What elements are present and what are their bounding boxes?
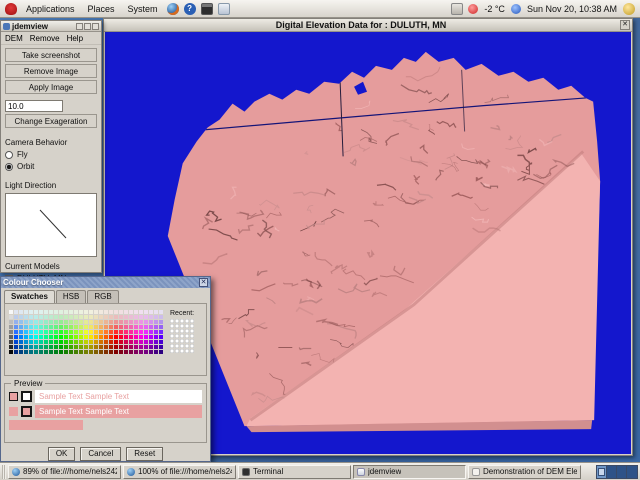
taskbar: 89% of file:///home/nels2426... 100% of …	[0, 462, 640, 480]
preview-label: Preview	[11, 379, 46, 388]
fly-radio-label: Fly	[17, 150, 28, 159]
preview-panel: Preview Sample Text Sample Text Sample T…	[4, 379, 207, 443]
preview-sample-text-on-color: Sample Text Sample Text	[35, 405, 202, 418]
task-label: Terminal	[253, 467, 284, 476]
preview-swatch-outlined	[9, 392, 18, 401]
menu-remove[interactable]: Remove	[30, 34, 60, 43]
task-item-dem-demo[interactable]: Demonstration of DEM Eleva...	[468, 464, 581, 479]
color-chooser-tabs: Swatches HSB RGB	[1, 288, 210, 303]
speaker-icon[interactable]	[623, 2, 635, 15]
light-direction-label: Light Direction	[5, 181, 57, 190]
preview-color-bar	[9, 420, 83, 430]
tab-rgb[interactable]: RGB	[87, 290, 119, 303]
preview-swatch-bordered	[21, 406, 32, 417]
reset-button[interactable]: Reset	[126, 447, 164, 461]
remove-image-button[interactable]: Remove Image	[5, 64, 97, 78]
recent-label: Recent:	[170, 310, 195, 317]
workspace-switcher	[596, 464, 638, 479]
temperature-readout: -2 °C	[484, 3, 505, 14]
swatch-panel: Recent:	[4, 303, 207, 376]
jdemview-menubar: DEM Remove Help	[1, 32, 101, 45]
mail-launcher-icon[interactable]	[217, 2, 230, 15]
desktop: Applications Places System ? -2 °C Sun N…	[0, 0, 640, 480]
task-label: jdemview	[368, 467, 402, 476]
menu-help[interactable]: Help	[67, 34, 83, 43]
jdemview-window-icon	[3, 22, 10, 30]
tab-hsb[interactable]: HSB	[55, 290, 87, 303]
camera-behavior-label: Camera Behavior	[5, 138, 68, 147]
color-swatch-grid[interactable]	[9, 310, 164, 371]
color-chooser-titlebar[interactable]: Colour Chooser ✕	[1, 277, 210, 288]
task-item-terminal[interactable]: Terminal	[238, 464, 351, 479]
apply-image-button[interactable]: Apply Image	[5, 80, 97, 94]
color-chooser-buttons: OK Cancel Reset	[1, 447, 210, 461]
task-label: 100% of file:///home/nels242...	[138, 467, 232, 476]
fly-radio[interactable]	[5, 150, 13, 159]
preview-sample-text-on-white: Sample Text Sample Text	[35, 390, 202, 403]
change-exaggeration-button[interactable]: Change Exageration	[5, 114, 97, 128]
color-chooser-close-button[interactable]: ✕	[199, 278, 208, 287]
dem-window-close-button[interactable]: ✕	[620, 20, 630, 30]
menu-system[interactable]: System	[122, 4, 164, 14]
help-launcher-icon[interactable]: ?	[183, 2, 196, 15]
jdemview-maximize-button[interactable]	[84, 22, 91, 30]
menu-dem[interactable]: DEM	[5, 34, 23, 43]
document-icon	[472, 467, 480, 476]
preview-row-2: Sample Text Sample Text	[9, 405, 202, 418]
exaggeration-input[interactable]	[5, 100, 63, 112]
task-label: 89% of file:///home/nels2426...	[23, 467, 117, 476]
jdemview-window: jdemview DEM Remove Help Take screenshot…	[0, 20, 102, 283]
download-icon	[12, 467, 20, 476]
light-direction-panel[interactable]	[5, 193, 97, 257]
orbit-radio[interactable]	[5, 162, 13, 171]
dem-window-title: Digital Elevation Data for : DULUTH, MN	[275, 20, 447, 30]
terminal-icon	[242, 467, 250, 476]
color-chooser-title: Colour Chooser	[3, 278, 64, 287]
workspace-4[interactable]	[627, 465, 637, 478]
jdemview-minimize-button[interactable]	[76, 22, 83, 30]
terminal-launcher-icon[interactable]	[200, 2, 213, 15]
take-screenshot-button[interactable]: Take screenshot	[5, 48, 97, 62]
recent-swatch-grid[interactable]	[170, 319, 195, 354]
recent-swatches: Recent:	[170, 310, 195, 371]
jdemview-titlebar[interactable]: jdemview	[1, 21, 101, 32]
jdemview-window-title: jdemview	[12, 21, 49, 31]
task-item-download-1[interactable]: 89% of file:///home/nels2426...	[8, 464, 121, 479]
preview-row-1: Sample Text Sample Text	[9, 390, 202, 403]
orbit-radio-label: Orbit	[17, 162, 35, 171]
preview-swatch-white	[21, 391, 32, 402]
task-item-download-2[interactable]: 100% of file:///home/nels242...	[123, 464, 236, 479]
menu-applications[interactable]: Applications	[20, 4, 81, 14]
window-list-handle[interactable]	[2, 464, 6, 479]
notification-icon[interactable]	[510, 3, 521, 14]
camera-option-fly[interactable]: Fly	[5, 150, 97, 159]
tab-swatches[interactable]: Swatches	[4, 290, 55, 303]
cancel-button[interactable]: Cancel	[80, 447, 122, 461]
menu-places[interactable]: Places	[82, 4, 121, 14]
firefox-launcher-icon[interactable]	[166, 2, 179, 15]
jdemview-close-button[interactable]	[92, 22, 99, 30]
preview-swatch-solid	[9, 407, 18, 416]
task-label: Demonstration of DEM Eleva...	[483, 467, 577, 476]
volume-icon[interactable]	[451, 2, 464, 15]
jdemview-body: Take screenshot Remove Image Apply Image…	[1, 45, 101, 284]
ok-button[interactable]: OK	[47, 447, 76, 461]
light-direction-indicator	[39, 209, 67, 239]
weather-applet-icon[interactable]	[468, 3, 479, 14]
download-icon	[127, 467, 135, 476]
color-chooser-dialog: Colour Chooser ✕ Swatches HSB RGB Recent…	[0, 276, 211, 462]
workspace-3[interactable]	[617, 465, 627, 478]
clock[interactable]: Sun Nov 20, 10:38 AM	[524, 4, 620, 14]
workspace-2[interactable]	[607, 465, 617, 478]
camera-option-orbit[interactable]: Orbit	[5, 162, 97, 171]
current-models-label: Current Models	[5, 262, 60, 271]
top-panel: Applications Places System ? -2 °C Sun N…	[0, 0, 640, 18]
workspace-1[interactable]	[597, 465, 607, 478]
dem-window-titlebar[interactable]: Digital Elevation Data for : DULUTH, MN …	[104, 19, 632, 32]
java-icon	[357, 467, 365, 476]
redhat-menu-icon[interactable]	[5, 2, 17, 15]
task-item-jdemview[interactable]: jdemview	[353, 464, 466, 479]
